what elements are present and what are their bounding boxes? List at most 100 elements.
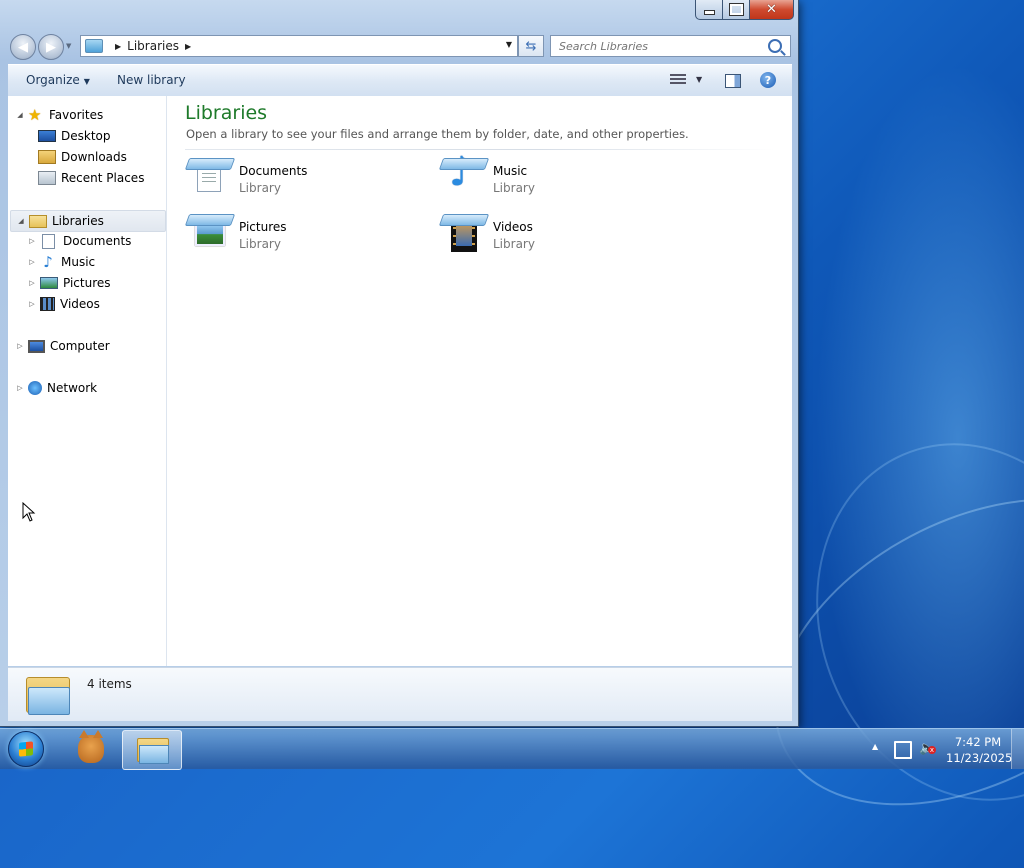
tree-item-downloads[interactable]: Downloads [38,147,127,167]
search-input[interactable] [557,38,768,54]
recent-places-icon [38,171,56,185]
library-name: Music [493,164,528,178]
tree-item-libraries[interactable]: ◢ Libraries [10,210,166,232]
show-hidden-icons-icon[interactable]: ▲ [872,742,878,751]
show-desktop-button[interactable] [1011,729,1024,769]
search-icon[interactable] [768,39,782,53]
collapse-triangle-icon[interactable]: ◢ [16,111,24,119]
music-library-icon: ♪ [438,152,490,204]
expand-triangle-icon[interactable]: ▷ [16,384,24,392]
expand-triangle-icon[interactable]: ▷ [28,279,36,287]
page-subtitle: Open a library to see your files and arr… [186,127,689,141]
documents-icon [42,233,55,249]
explorer-window: ✕ ◀ ▶ ▼ ▶ Libraries ▶ ▼ ⇆ Organize▼ New … [0,0,799,727]
organize-menu-button[interactable]: Organize ▼ [26,73,90,87]
view-options-dropdown[interactable]: ▼ [696,75,702,84]
taskbar-windows-explorer[interactable] [122,730,182,770]
tree-item-label: Downloads [61,150,127,164]
breadcrumb-separator-icon[interactable]: ▶ [115,42,121,51]
expand-triangle-icon[interactable]: ▷ [28,300,36,308]
library-documents[interactable]: Documents Library [184,158,385,206]
library-name: Documents [239,164,308,178]
command-bar: Organize ▼ New library ▼ ? [8,64,792,97]
library-videos[interactable]: Videos Library [438,214,639,262]
help-icon[interactable]: ? [760,72,776,88]
downloads-icon [38,150,56,164]
libraries-icon [29,214,47,228]
navigation-bar: ◀ ▶ ▼ ▶ Libraries ▶ ▼ ⇆ [0,30,798,62]
tree-item-favorites[interactable]: ◢ ★ Favorites [16,105,103,125]
back-button[interactable]: ◀ [10,34,36,60]
maximize-button[interactable] [723,0,750,20]
cat-icon [78,730,104,763]
page-title: Libraries [185,102,268,124]
action-center-flag-icon[interactable] [894,741,912,759]
tree-item-label: Videos [60,297,100,311]
expand-triangle-icon[interactable]: ▷ [16,342,24,350]
recent-pages-dropdown[interactable]: ▼ [66,42,71,50]
explorer-folder-icon [137,738,169,764]
libraries-folder-icon [85,39,103,53]
search-box[interactable] [550,35,791,57]
tree-item-music[interactable]: ▷ ♪ Music [28,252,95,272]
tree-item-label: Documents [63,234,132,248]
address-bar[interactable]: ▶ Libraries ▶ ▼ [80,35,518,57]
item-count: 4 items [87,677,132,691]
library-name: Videos [493,220,533,234]
tree-item-label: Music [61,255,96,269]
taskbar-pinned-app[interactable] [64,730,118,768]
header-divider [185,149,775,150]
library-pictures[interactable]: Pictures Library [184,214,385,262]
volume-muted-icon[interactable]: 🔈x [919,741,936,756]
clock[interactable]: 7:42 PM 11/23/2025 [946,734,1012,766]
back-arrow-icon: ◀ [18,39,28,55]
windows-orb-icon [8,731,44,767]
videos-icon [40,297,55,311]
library-type: Library [493,237,535,251]
address-dropdown-icon[interactable]: ▼ [506,40,512,49]
libraries-folder-icon [26,673,70,715]
preview-pane-icon[interactable] [725,74,741,88]
tree-item-label: Desktop [61,129,111,143]
start-button[interactable] [4,729,48,769]
tree-item-computer[interactable]: ▷ Computer [16,336,110,356]
computer-icon [28,339,45,353]
expand-triangle-icon[interactable]: ▷ [28,237,36,245]
change-view-icon[interactable] [670,72,686,88]
library-music[interactable]: ♪ Music Library [438,152,639,206]
refresh-button[interactable]: ⇆ [518,35,544,57]
collapse-triangle-icon[interactable]: ◢ [17,217,25,225]
pictures-icon [40,277,58,289]
tree-item-label: Favorites [49,108,104,122]
breadcrumb-libraries[interactable]: Libraries [127,39,179,53]
forward-button[interactable]: ▶ [38,34,64,60]
minimize-icon [703,10,715,15]
organize-label: Organize [26,73,80,87]
maximize-icon [728,3,744,16]
tree-item-desktop[interactable]: Desktop [38,126,111,146]
expand-triangle-icon[interactable]: ▷ [28,258,36,266]
tree-item-label: Network [47,381,98,395]
tree-item-label: Pictures [63,276,111,290]
close-button[interactable]: ✕ [750,0,794,20]
library-type: Library [239,181,281,195]
details-pane: 4 items [8,667,792,721]
navigation-pane: ◢ ★ Favorites Desktop Downloads Recent P… [8,96,167,666]
tree-item-pictures[interactable]: ▷ Pictures [28,273,111,293]
system-tray: ▲ 🔈x 7:42 PM 11/23/2025 [864,729,1024,769]
tree-item-network[interactable]: ▷ Network [16,378,97,398]
music-icon: ♪ [43,253,53,271]
clock-time: 7:42 PM [954,735,1002,749]
breadcrumb-separator-icon[interactable]: ▶ [185,42,191,51]
tree-item-label: Recent Places [61,171,145,185]
window-controls: ✕ [695,0,794,20]
tree-item-recent-places[interactable]: Recent Places [38,168,144,188]
minimize-button[interactable] [695,0,723,20]
tree-item-documents[interactable]: ▷ Documents [28,231,131,251]
tree-item-label: Computer [50,339,110,353]
library-name: Pictures [239,220,287,234]
library-type: Library [239,237,281,251]
favorites-star-icon: ★ [28,106,42,124]
tree-item-videos[interactable]: ▷ Videos [28,294,100,314]
new-library-button[interactable]: New library [117,73,186,87]
